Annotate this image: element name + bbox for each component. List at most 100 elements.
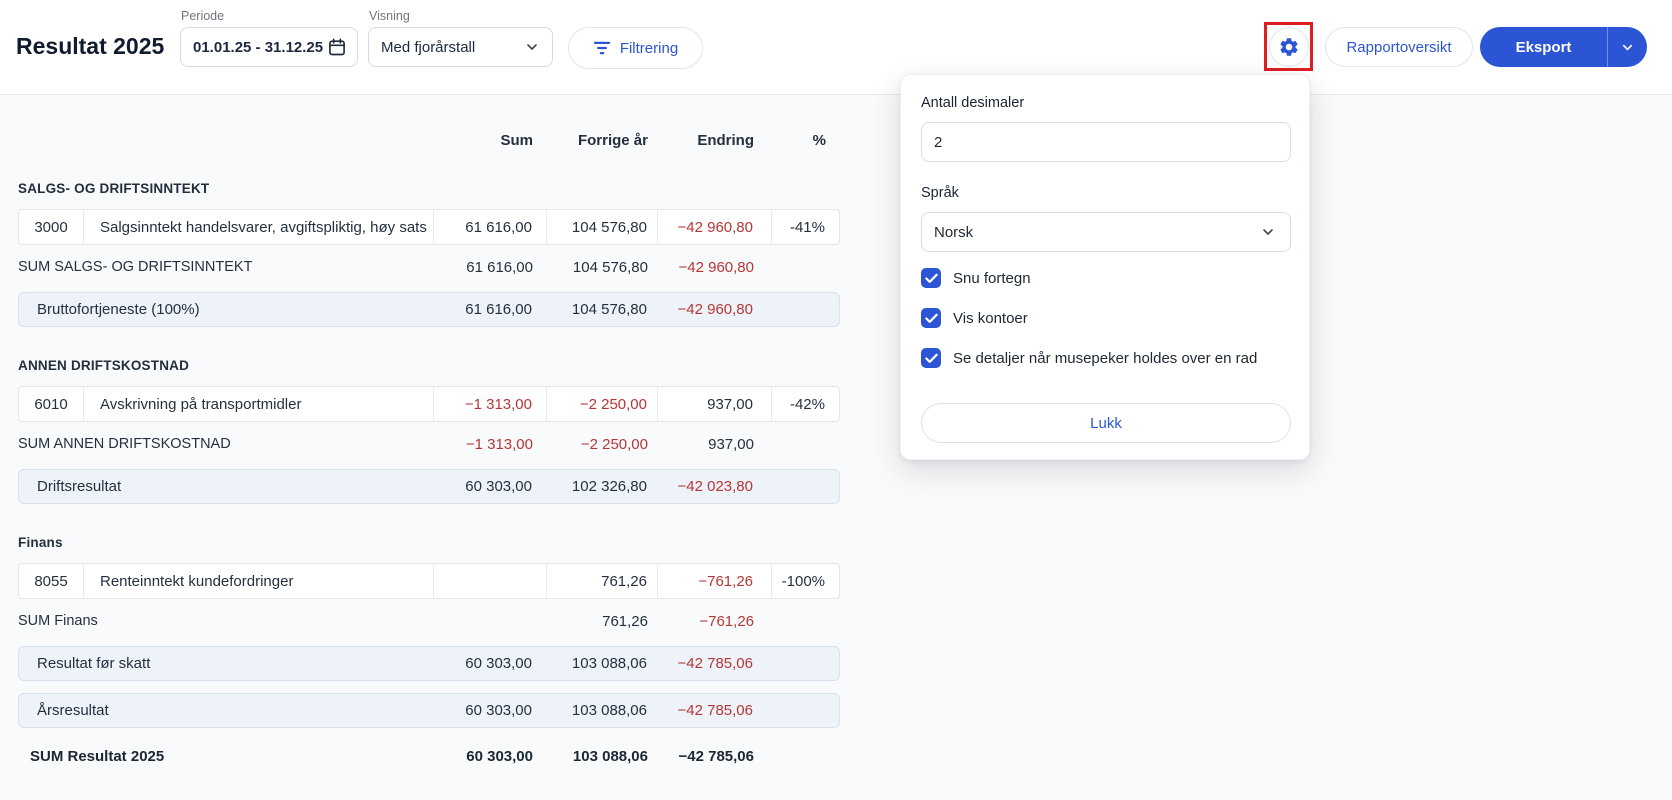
- account-number: 8055: [34, 572, 68, 590]
- account-number: 3000: [34, 218, 68, 236]
- report-overview-button[interactable]: Rapportoversikt: [1325, 27, 1473, 67]
- change-value: −42 960,80: [657, 210, 771, 244]
- percent-value: [772, 608, 840, 634]
- checkbox-checked-icon[interactable]: [921, 308, 941, 328]
- account-number: 6010: [34, 395, 68, 413]
- header-bar: Resultat 2025 Periode 01.01.25 - 31.12.2…: [0, 0, 1672, 95]
- column-header-percent: %: [812, 131, 826, 149]
- export-split-button[interactable]: Eksport: [1480, 27, 1647, 67]
- checkbox-label: Snu fortegn: [953, 269, 1031, 287]
- account-row[interactable]: 8055 Renteinntekt kundefordringer 761,26 −7…: [18, 563, 840, 599]
- view-value: Med fjorårstall: [381, 38, 476, 56]
- prev-year-value: 761,26: [602, 612, 648, 630]
- sum-row: SUM ANNEN DRIFTSKOSTNAD −1 313,00 −2 250,0…: [18, 431, 840, 457]
- sum-value: 61 616,00: [433, 210, 546, 244]
- sum-value: 61 616,00: [465, 301, 532, 318]
- export-button-label: Eksport: [1515, 38, 1572, 56]
- percent-value: -41%: [771, 210, 839, 244]
- report-table: Sum Forrige år Endring % SALGS- OG DRIFT…: [18, 95, 840, 770]
- view-select[interactable]: Med fjorårstall: [368, 27, 553, 67]
- row-label: SUM ANNEN DRIFTSKOSTNAD: [18, 436, 231, 452]
- row-label: Årsresultat: [37, 702, 109, 719]
- account-name: Salgsinntekt handelsvarer, avgiftsplikti…: [83, 210, 433, 244]
- header-spacer: [82, 130, 434, 150]
- account-name: Avskrivning på transportmidler: [83, 387, 433, 421]
- account-row[interactable]: 3000 Salgsinntekt handelsvarer, avgiftspl…: [18, 209, 840, 245]
- prev-year-value: 104 576,80: [572, 258, 648, 276]
- account-row[interactable]: 6010 Avskrivning på transportmidler −1 313…: [18, 386, 840, 422]
- period-input[interactable]: 01.01.25 - 31.12.25: [180, 27, 358, 67]
- settings-checkbox-row[interactable]: Snu fortegn: [921, 268, 1291, 288]
- sum-row: SUM Finans 761,26 −761,26: [18, 608, 840, 634]
- section-heading: ANNEN DRIFTSKOSTNAD: [18, 358, 190, 373]
- prev-year-value: 103 088,06: [571, 702, 647, 719]
- filter-button-label: Filtrering: [619, 39, 679, 57]
- language-select[interactable]: Norsk: [921, 212, 1291, 252]
- change-value: −42 785,06: [677, 655, 754, 672]
- filter-icon: [593, 40, 611, 56]
- checkbox-label: Vis kontoer: [953, 309, 1028, 327]
- change-value: −42 960,80: [678, 258, 755, 276]
- checkbox-checked-icon[interactable]: [921, 348, 941, 368]
- export-dropdown-toggle[interactable]: [1607, 27, 1647, 67]
- page-title: Resultat 2025: [16, 33, 165, 59]
- settings-gear-button[interactable]: [1269, 27, 1309, 67]
- percent-value: [771, 470, 839, 503]
- period-value: 01.01.25 - 31.12.25: [193, 38, 324, 56]
- percent-value: [771, 647, 839, 680]
- settings-options: Snu fortegn Vis kontoer Se detaljer når mu…: [921, 268, 1291, 388]
- section-heading: SALGS- OG DRIFTSINNTEKT: [18, 181, 210, 196]
- settings-checkbox-row[interactable]: Vis kontoer: [921, 308, 1291, 328]
- settings-popover: Antall desimaler Språk Norsk Snu fortegn…: [900, 74, 1310, 460]
- prev-year-value: −2 250,00: [580, 435, 648, 453]
- account-name: Renteinntekt kundefordringer: [83, 564, 433, 598]
- sum-value: 61 616,00: [466, 258, 533, 276]
- sum-value: [434, 608, 547, 634]
- prev-year-value: 104 576,80: [571, 301, 647, 318]
- checkbox-checked-icon[interactable]: [921, 268, 941, 288]
- percent-value: [771, 694, 839, 727]
- sum-value: 60 303,00: [466, 747, 533, 765]
- row-label: Resultat før skatt: [37, 655, 151, 672]
- sum-value: −1 313,00: [433, 387, 546, 421]
- row-label: SUM Finans: [18, 613, 98, 629]
- prev-year-value: 103 088,06: [572, 747, 648, 765]
- prev-year-value: 761,26: [546, 564, 657, 598]
- column-header-prev-year: Forrige år: [577, 131, 648, 149]
- percent-value: [772, 742, 840, 770]
- sum-value: 60 303,00: [465, 702, 532, 719]
- section-heading: Finans: [18, 535, 63, 550]
- report-overview-label: Rapportoversikt: [1346, 38, 1452, 56]
- close-button[interactable]: Lukk: [921, 403, 1291, 443]
- filter-button[interactable]: Filtrering: [568, 27, 703, 69]
- table-header-row: Sum Forrige år Endring %: [18, 130, 840, 150]
- change-value: 937,00: [708, 435, 754, 453]
- sum-value: [433, 564, 546, 598]
- sum-row: SUM SALGS- OG DRIFTSINNTEKT 61 616,00 104 …: [18, 254, 840, 280]
- close-button-label: Lukk: [1090, 414, 1122, 432]
- prev-year-value: 102 326,80: [571, 478, 647, 495]
- language-label: Språk: [921, 185, 959, 201]
- row-label: Driftsresultat: [37, 478, 122, 495]
- prev-year-value: 104 576,80: [546, 210, 657, 244]
- period-label: Periode: [181, 9, 225, 23]
- change-value: −42 785,06: [677, 702, 754, 719]
- chevron-down-icon: [1620, 40, 1635, 55]
- percent-value: -42%: [771, 387, 839, 421]
- calendar-icon: [327, 37, 347, 57]
- decimals-input[interactable]: [921, 122, 1291, 162]
- sum-value: −1 313,00: [465, 435, 533, 453]
- settings-checkbox-row[interactable]: Se detaljer når musepeker holdes over en…: [921, 348, 1291, 368]
- gear-icon: [1278, 36, 1300, 58]
- chevron-down-icon: [1260, 224, 1276, 240]
- export-button[interactable]: Eksport: [1480, 27, 1607, 67]
- change-value: −42 960,80: [677, 301, 754, 318]
- prev-year-value: −2 250,00: [546, 387, 657, 421]
- total-row: Bruttofortjeneste (100%) 61 616,00 104 576…: [18, 292, 840, 327]
- sum-value: 60 303,00: [465, 655, 532, 672]
- grand-row: SUM Resultat 2025 60 303,00 103 088,06 −42 …: [18, 742, 840, 770]
- percent-value: [772, 254, 840, 280]
- change-value: −761,26: [657, 564, 771, 598]
- column-header-sum: Sum: [500, 131, 533, 149]
- row-label: SUM Resultat 2025: [30, 747, 165, 765]
